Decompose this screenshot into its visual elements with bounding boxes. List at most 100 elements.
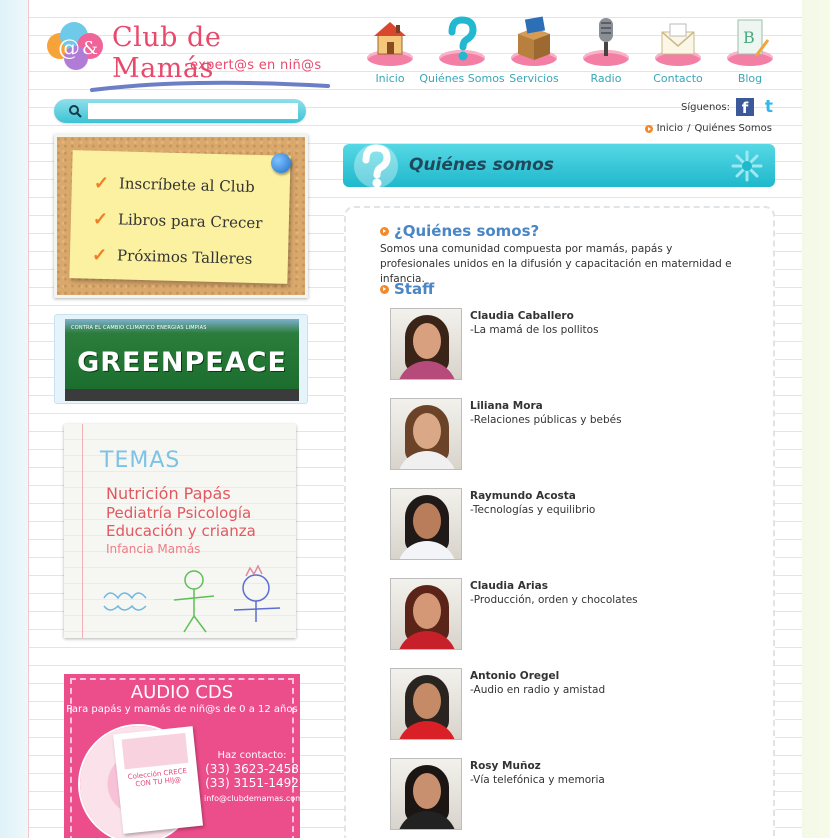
staff-member: Claudia Arias -Producción, orden y chocol… xyxy=(390,578,750,652)
staff-member: Rosy Muñoz -Vía telefónica y memoria xyxy=(390,758,750,832)
photo-face xyxy=(413,413,441,449)
nav-label: Blog xyxy=(737,72,763,85)
staff-photo xyxy=(390,668,462,740)
bullet-arrow-icon xyxy=(380,284,389,294)
photo-face xyxy=(413,683,441,719)
kids-doodle-illustration xyxy=(103,564,281,633)
note-link-inscribete[interactable]: ✓ Inscríbete al Club xyxy=(93,165,290,206)
social-follow: Síguenos: f t xyxy=(681,97,778,117)
blog-notebook-icon: B xyxy=(737,19,770,57)
staff-member: Liliana Mora -Relaciones públicas y bebés xyxy=(390,398,750,472)
section-title-about: ¿Quiénes somos? xyxy=(380,222,539,240)
logo-name: Club de Mamás xyxy=(112,22,222,84)
note-link-label: Libros para Crecer xyxy=(117,210,263,233)
checkmark-icon: ✓ xyxy=(93,172,110,194)
staff-role: -Tecnologías y equilibrio xyxy=(470,504,596,516)
microphone-icon xyxy=(599,18,613,56)
flower-decoration-icon xyxy=(731,150,763,182)
search-bar xyxy=(54,99,306,123)
search-input[interactable] xyxy=(88,103,298,119)
svg-text:B: B xyxy=(743,28,755,47)
checkmark-icon: ✓ xyxy=(91,244,108,266)
nav-item-servicios[interactable]: Servicios xyxy=(498,14,570,90)
question-mark-icon xyxy=(354,144,398,188)
breadcrumb-home-link[interactable]: Inicio xyxy=(657,123,683,134)
note-link-libros[interactable]: ✓ Libros para Crecer xyxy=(92,201,289,242)
staff-name: Rosy Muñoz xyxy=(470,760,541,772)
note-link-label: Próximos Talleres xyxy=(116,246,253,268)
temas-line: Nutrición Papás xyxy=(106,484,231,503)
photo-face xyxy=(413,323,441,359)
staff-photo xyxy=(390,308,462,380)
staff-name: Liliana Mora xyxy=(470,400,543,412)
logo-tagline: expert@s en niñ@s xyxy=(190,58,322,73)
staff-role: -Audio en radio y amistad xyxy=(470,684,606,696)
staff-role: -Vía telefónica y memoria xyxy=(470,774,605,786)
cd-case-title: Colección CRECE CON TU HIJ@ xyxy=(127,766,188,789)
staff-member: Claudia Caballero -La mamá de los pollito… xyxy=(390,308,750,382)
main-nav: Inicio Quiénes Somos Servicios Radio Con… xyxy=(354,14,784,90)
breadcrumb-separator: / xyxy=(687,123,691,134)
envelope-icon xyxy=(661,23,695,55)
audio-title: AUDIO CDS xyxy=(130,682,234,703)
nav-item-blog[interactable]: B Blog xyxy=(714,14,786,90)
photo-face xyxy=(413,773,441,809)
breadcrumb: Inicio / Quiénes Somos xyxy=(644,123,772,134)
greenpeace-ship-text: CONTRA EL CAMBIO CLIMÁTICO ENERGÍAS LIMP… xyxy=(71,325,207,331)
section-title-text: Staff xyxy=(394,280,435,298)
audio-subtitle: Para papás y mamás de niñ@s de 0 a 12 añ… xyxy=(66,704,298,715)
notebook-margin-line xyxy=(28,0,29,838)
staff-name: Raymundo Acosta xyxy=(470,490,576,502)
bullet-arrow-icon xyxy=(644,124,653,133)
audio-phone: (33) 3623-2458 xyxy=(205,762,299,776)
cd-case: Colección CRECE CON TU HIJ@ xyxy=(112,726,204,834)
temas-line: Educación y crianza xyxy=(106,522,256,540)
page-title-banner: Quiénes somos xyxy=(343,144,775,188)
question-mark-icon xyxy=(448,16,477,61)
audio-contact-label: Haz contacto: xyxy=(217,750,287,761)
follow-label: Síguenos: xyxy=(681,101,730,113)
staff-photo xyxy=(390,488,462,560)
box-icon xyxy=(518,16,550,60)
logo-emblem-icon: @ & xyxy=(47,22,103,70)
search-icon[interactable] xyxy=(68,104,82,118)
nav-item-contacto[interactable]: Contacto xyxy=(642,14,714,90)
temas-card[interactable]: TEMAS Nutrición Papás Pediatría Psicolog… xyxy=(64,424,296,638)
site-logo[interactable]: @ & Club de Mamás expert@s en niñ@s xyxy=(42,14,330,92)
staff-photo xyxy=(390,398,462,470)
staff-name: Antonio Oregel xyxy=(470,670,560,682)
nav-item-inicio[interactable]: Inicio xyxy=(354,14,426,90)
staff-photo xyxy=(390,758,462,830)
section-title-text: ¿Quiénes somos? xyxy=(394,222,540,240)
audio-cds-ad[interactable]: AUDIO CDS Para papás y mamás de niñ@s de… xyxy=(64,674,300,838)
content-card: ¿Quiénes somos? Somos una comunidad comp… xyxy=(344,206,775,838)
staff-photo xyxy=(390,578,462,650)
temas-title: TEMAS xyxy=(100,448,181,473)
facebook-icon[interactable]: f xyxy=(736,98,754,117)
photo-face xyxy=(413,593,441,629)
audio-email[interactable]: info@clubdemamas.com xyxy=(204,794,300,803)
page: @ & Club de Mamás expert@s en niñ@s Inic… xyxy=(28,0,802,838)
nav-item-quienes-somos[interactable]: Quiénes Somos xyxy=(419,14,505,90)
staff-member: Raymundo Acosta -Tecnologías y equilibrio xyxy=(390,488,750,562)
staff-member: Antonio Oregel -Audio en radio y amistad xyxy=(390,668,750,742)
svg-text:@: @ xyxy=(58,36,80,61)
corkboard-menu: ✓ Inscríbete al Club ✓ Libros para Crece… xyxy=(54,134,308,298)
house-icon xyxy=(374,22,406,55)
note-link-talleres[interactable]: ✓ Próximos Talleres xyxy=(92,237,289,278)
cd-cover-photo xyxy=(121,732,189,770)
staff-role: -La mamá de los pollitos xyxy=(470,324,599,336)
logo-swoosh xyxy=(90,80,330,92)
section-title-staff: Staff xyxy=(380,280,434,298)
staff-role: -Relaciones públicas y bebés xyxy=(470,414,622,426)
temas-line: Infancia Mamás xyxy=(106,542,201,556)
nav-item-radio[interactable]: Radio xyxy=(570,14,642,90)
temas-margin-line xyxy=(82,424,83,638)
photo-face xyxy=(413,503,441,539)
bullet-arrow-icon xyxy=(380,226,389,236)
twitter-icon[interactable]: t xyxy=(760,98,778,116)
temas-line: Pediatría Psicología xyxy=(106,504,252,522)
staff-name: Claudia Arias xyxy=(470,580,548,592)
audio-phone: (33) 3151-1492 xyxy=(205,776,299,790)
greenpeace-banner[interactable]: CONTRA EL CAMBIO CLIMÁTICO ENERGÍAS LIMP… xyxy=(54,314,308,404)
